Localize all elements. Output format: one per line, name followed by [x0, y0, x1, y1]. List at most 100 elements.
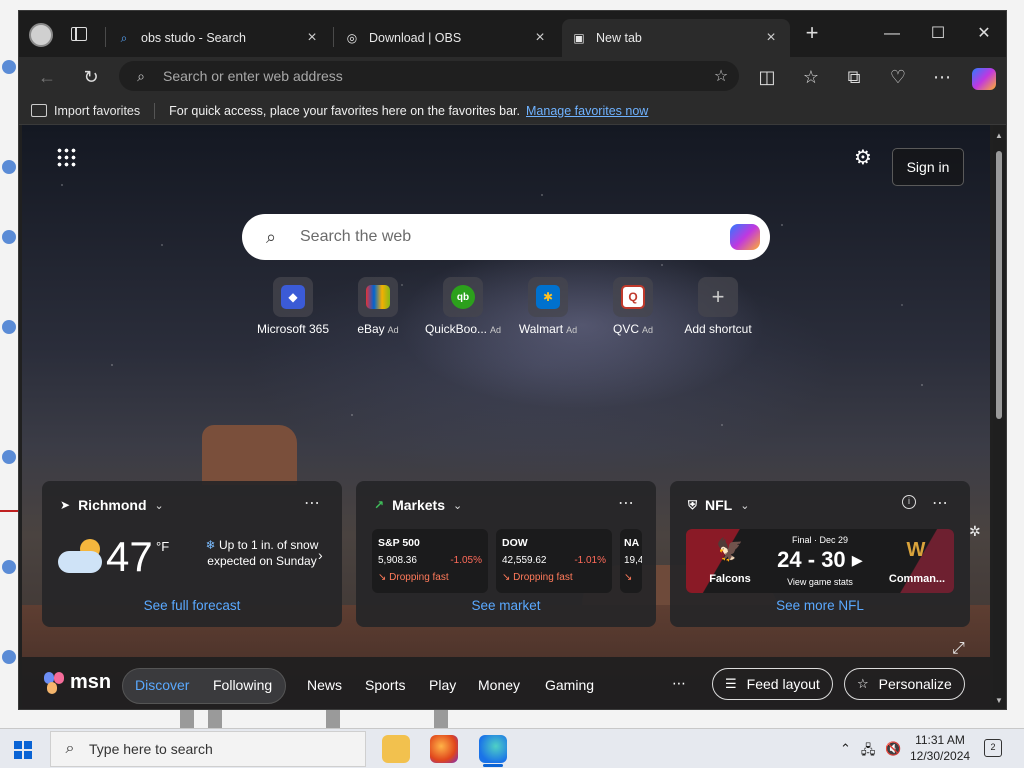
- close-tab-icon[interactable]: ×: [531, 29, 549, 47]
- shortcut-ebay[interactable]: eBay Ad: [335, 277, 421, 336]
- markets-header[interactable]: ↗ Markets ⌄: [374, 497, 462, 513]
- nfl-card[interactable]: ⛨ NFL ⌄ i ⋯ 🦅 Falcons Final · Dec 29 24 …: [670, 481, 970, 627]
- shortcut-walmart[interactable]: ✱ Walmart Ad: [505, 277, 591, 336]
- feed-layout-button[interactable]: ☰ Feed layout: [712, 668, 833, 700]
- info-icon[interactable]: i: [902, 495, 916, 509]
- nav-following[interactable]: Following: [213, 677, 272, 693]
- more-options-icon[interactable]: ⋯: [618, 493, 634, 513]
- chevron-right-icon[interactable]: ›: [318, 547, 323, 563]
- market-item[interactable]: S&P 500 5,908.36 -1.05% ↘ Dropping fast: [372, 529, 488, 593]
- taskbar-clock[interactable]: 11:31 AM 12/30/2024: [910, 732, 970, 764]
- nav-discover[interactable]: Discover: [135, 677, 189, 693]
- gear-icon[interactable]: ⚙: [852, 147, 874, 169]
- weather-alert[interactable]: ❄ Up to 1 in. of snow expected on Sunday: [192, 537, 332, 569]
- address-bar[interactable]: ⌕ Search or enter web address ☆: [119, 61, 739, 91]
- web-search-box[interactable]: ⌕ Search the web: [242, 214, 770, 260]
- markets-card[interactable]: ↗ Markets ⌄ ⋯ S&P 500 5,908.36 -1.05% ↘ D…: [356, 481, 656, 627]
- close-tab-icon[interactable]: ×: [762, 29, 780, 47]
- network-icon[interactable]: 🖧: [861, 741, 876, 763]
- tab-download-obs[interactable]: ◎ Download | OBS ×: [335, 19, 559, 57]
- tab-obs-search[interactable]: ⌕ obs studo - Search ×: [107, 19, 331, 57]
- desktop-icon[interactable]: [2, 650, 16, 664]
- view-game-stats-link[interactable]: View game stats: [770, 577, 870, 587]
- notification-center-icon[interactable]: 2: [984, 739, 1002, 757]
- brightness-icon[interactable]: ✲: [969, 523, 981, 540]
- expand-icon[interactable]: ⤢: [952, 640, 965, 658]
- split-screen-button[interactable]: ◫: [755, 65, 779, 89]
- windows-taskbar: ⌕ Type here to search ⌃ 🖧 🔇 11:31 AM 12/…: [0, 728, 1024, 768]
- taskbar-search[interactable]: ⌕ Type here to search: [50, 731, 366, 767]
- favorites-button[interactable]: ☆: [799, 65, 823, 89]
- settings-more-button[interactable]: ⋯: [930, 65, 954, 89]
- taskbar-search-input[interactable]: Type here to search: [89, 741, 213, 757]
- desktop-icon[interactable]: [2, 160, 16, 174]
- copilot-icon[interactable]: [730, 224, 760, 250]
- nav-money[interactable]: Money: [478, 677, 520, 693]
- see-market-link[interactable]: See market: [356, 598, 656, 613]
- minimize-button[interactable]: —: [881, 23, 903, 45]
- windows-start-icon[interactable]: [14, 741, 32, 759]
- market-value: 5,908.36: [378, 555, 417, 566]
- more-nav-icon[interactable]: ⋯: [672, 675, 686, 692]
- close-window-button[interactable]: ✕: [973, 23, 995, 45]
- obs-icon: ◎: [346, 31, 358, 45]
- weather-card[interactable]: ➤ Richmond ⌄ ⋯ 47 °F ❄ Up to 1 in. of sn…: [42, 481, 342, 627]
- file-explorer-icon[interactable]: [382, 735, 410, 763]
- see-more-nfl-link[interactable]: See more NFL: [670, 598, 970, 613]
- market-item[interactable]: DOW 42,559.62 -1.01% ↘ Dropping fast: [496, 529, 612, 593]
- msn-logo[interactable]: msn: [44, 671, 111, 694]
- browser-essentials-button[interactable]: ♡: [886, 65, 910, 89]
- team-left-name: Falcons: [709, 573, 751, 585]
- more-options-icon[interactable]: ⋯: [304, 493, 320, 513]
- weather-header[interactable]: ➤ Richmond ⌄: [60, 497, 164, 513]
- tab-actions-icon[interactable]: [71, 27, 87, 41]
- clock-date: 12/30/2024: [910, 749, 971, 763]
- desktop-icon[interactable]: [2, 230, 16, 244]
- scrollbar-thumb[interactable]: [996, 151, 1002, 419]
- desktop-icon[interactable]: [2, 320, 16, 334]
- nav-sports[interactable]: Sports: [365, 677, 405, 693]
- new-tab-button[interactable]: +: [801, 22, 823, 45]
- import-favorites-button[interactable]: Import favorites: [31, 104, 140, 118]
- nav-news[interactable]: News: [307, 677, 342, 693]
- sign-in-button[interactable]: Sign in: [892, 148, 964, 186]
- volume-muted-icon[interactable]: 🔇: [885, 741, 901, 763]
- refresh-button[interactable]: ↻: [79, 65, 103, 89]
- personalize-button[interactable]: ☆ Personalize: [844, 668, 965, 700]
- firefox-icon[interactable]: [430, 735, 458, 763]
- chevron-up-icon[interactable]: ⌃: [840, 741, 851, 763]
- add-shortcut-button[interactable]: + Add shortcut: [675, 277, 761, 336]
- nfl-game-score[interactable]: 🦅 Falcons Final · Dec 29 24 - 30 ▸ View …: [686, 529, 954, 593]
- nfl-header[interactable]: ⛨ NFL ⌄: [688, 497, 749, 513]
- favorite-star-icon[interactable]: ☆: [703, 66, 739, 86]
- edge-icon[interactable]: [479, 735, 507, 767]
- app-launcher-icon[interactable]: [56, 147, 76, 167]
- scroll-up-icon[interactable]: ▲: [995, 131, 1003, 140]
- close-tab-icon[interactable]: ×: [303, 29, 321, 47]
- manage-favorites-link[interactable]: Manage favorites now: [526, 104, 648, 118]
- desktop-icon[interactable]: [2, 60, 16, 74]
- shortcut-microsoft-365[interactable]: ◆ Microsoft 365: [250, 277, 336, 336]
- collections-button[interactable]: ⧉: [842, 65, 866, 89]
- copilot-icon[interactable]: [972, 68, 996, 90]
- market-item[interactable]: NA 19,4 ↘: [620, 529, 642, 593]
- desktop-icon[interactable]: [2, 450, 16, 464]
- address-input[interactable]: Search or enter web address: [163, 68, 703, 84]
- web-search-input[interactable]: Search the web: [300, 228, 730, 246]
- desktop-icon[interactable]: [2, 560, 16, 574]
- shortcut-qvc[interactable]: Q QVC Ad: [590, 277, 676, 336]
- nav-play[interactable]: Play: [429, 677, 456, 693]
- system-tray: ⌃ 🖧 🔇: [840, 741, 902, 763]
- profile-avatar[interactable]: [29, 23, 53, 47]
- maximize-button[interactable]: ☐: [927, 23, 949, 45]
- more-options-icon[interactable]: ⋯: [932, 493, 948, 513]
- scroll-down-icon[interactable]: ▼: [995, 696, 1003, 705]
- see-full-forecast-link[interactable]: See full forecast: [42, 598, 342, 613]
- desktop-icons-strip: [0, 0, 18, 728]
- back-button[interactable]: ←: [35, 65, 59, 89]
- nav-gaming[interactable]: Gaming: [545, 677, 594, 693]
- tab-new-tab[interactable]: ▣ New tab ×: [562, 19, 790, 57]
- page-scrollbar[interactable]: ▲ ▼: [993, 125, 1005, 709]
- shortcut-quickbooks[interactable]: qb QuickBoo... Ad: [420, 277, 506, 336]
- nfl-shield-icon: ⛨: [688, 497, 698, 512]
